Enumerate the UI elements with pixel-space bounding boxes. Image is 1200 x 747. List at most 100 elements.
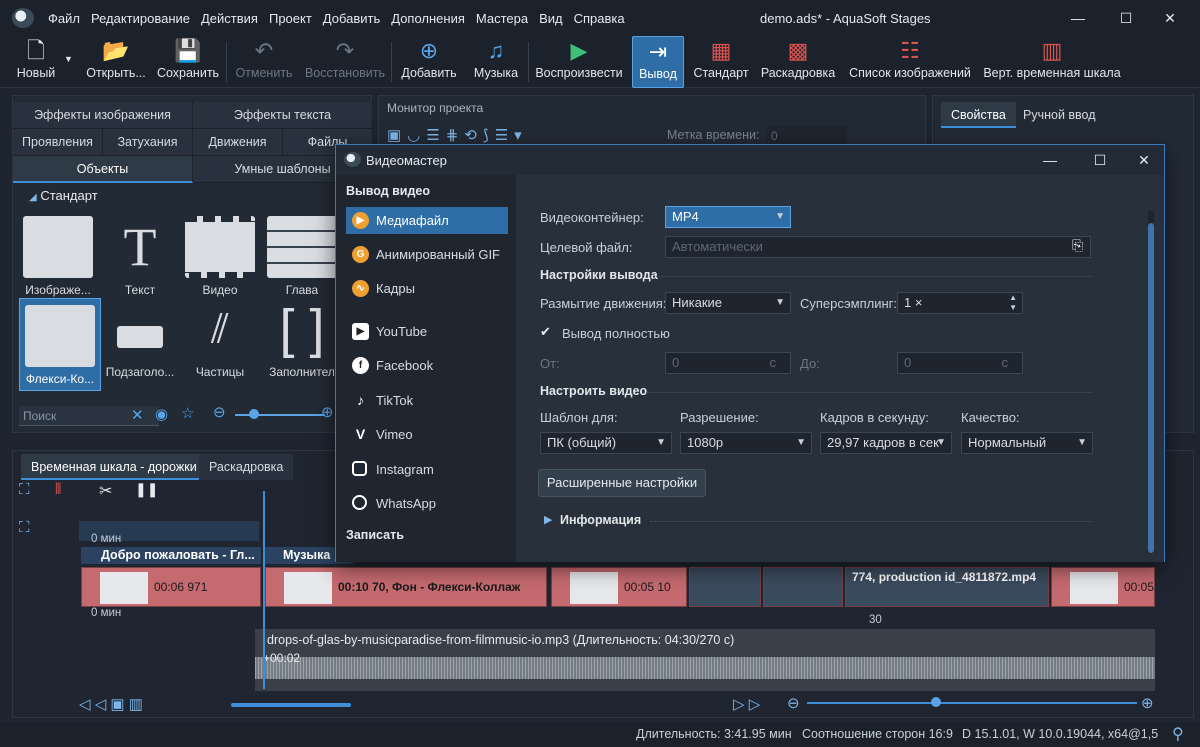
- tab-image-effects[interactable]: Эффекты изображения: [13, 102, 193, 129]
- split-icon[interactable]: ❚❚: [135, 481, 158, 498]
- object-flexi-collage[interactable]: Флекси-Ко...: [19, 298, 101, 391]
- star-icon[interactable]: ☆: [181, 404, 194, 422]
- timeline-zoom-in-icon[interactable]: ⊕: [1141, 694, 1154, 712]
- dialog-minimize-icon[interactable]: —: [1040, 150, 1060, 170]
- save-button[interactable]: 💾 Сохранить: [156, 36, 220, 88]
- tab-timeline-storyboard[interactable]: Раскадровка: [199, 454, 294, 480]
- object-image[interactable]: Изображе...: [17, 216, 99, 297]
- play-button[interactable]: ▶ Воспроизвести: [534, 36, 624, 88]
- tab-objects[interactable]: Объекты: [13, 156, 193, 183]
- timeline-clip-transition[interactable]: [689, 567, 761, 607]
- nav-instagram[interactable]: Instagram: [346, 456, 508, 483]
- fps-select[interactable]: 29,97 кадров в сек ▼: [820, 432, 952, 454]
- nav-frames[interactable]: ∿ Кадры: [346, 275, 508, 302]
- resolution-select[interactable]: 1080p ▼: [680, 432, 812, 454]
- expand-triangle-icon[interactable]: ▶: [544, 513, 552, 526]
- timeline-nav-controls[interactable]: ◁ ◁ ▣ ▥: [79, 695, 143, 713]
- menu-file[interactable]: Файл: [48, 11, 80, 26]
- object-placeholder[interactable]: [ ] Заполнител: [261, 298, 343, 379]
- status-search-icon[interactable]: ⚲: [1172, 724, 1184, 744]
- undo-button[interactable]: ↶ Отменить: [232, 36, 296, 88]
- storyboard-layout-button[interactable]: ▩ Раскадровка: [758, 36, 838, 88]
- chapter-welcome[interactable]: Добро пожаловать - Гл...: [81, 547, 261, 564]
- close-icon[interactable]: ✕: [1160, 8, 1180, 28]
- timeline-scrollbar[interactable]: [231, 703, 351, 707]
- info-heading[interactable]: Информация: [560, 513, 641, 527]
- fit-view-icon[interactable]: ⛶: [19, 481, 30, 498]
- cut-icon[interactable]: ✂: [99, 481, 112, 501]
- menu-add[interactable]: Добавить: [323, 11, 380, 26]
- menu-project[interactable]: Проект: [269, 11, 312, 26]
- zoom-out-icon[interactable]: ⊖: [213, 403, 226, 421]
- redo-button[interactable]: ↷ Восстановить: [304, 36, 386, 88]
- quality-select[interactable]: Нормальный ▼: [961, 432, 1093, 454]
- timeline-clip-image[interactable]: 00:05: [1051, 567, 1155, 607]
- timeline-zoom-slider[interactable]: [807, 702, 1137, 704]
- container-select[interactable]: MP4 ▼: [665, 206, 791, 228]
- menu-edit[interactable]: Редактирование: [91, 11, 190, 26]
- timeline-clip-video[interactable]: 774, production id_4811872.mp4: [845, 567, 1049, 607]
- timeline-zoom-out-icon[interactable]: ⊖: [787, 694, 800, 712]
- clear-search-icon[interactable]: ✕: [131, 406, 144, 424]
- nav-animated-gif[interactable]: G Анимированный GIF: [346, 241, 508, 268]
- zoom-slider-handle[interactable]: [249, 409, 259, 419]
- tab-motions[interactable]: Движения: [193, 129, 283, 156]
- monitor-toolbar[interactable]: ▣◡☰⋕⟲⟆☰▾: [387, 126, 528, 144]
- nav-media-file[interactable]: ▶ Медиафайл: [346, 207, 508, 234]
- add-button[interactable]: ⊕ Добавить: [398, 36, 460, 88]
- tab-timeline-tracks[interactable]: Временная шкала - дорожки: [21, 454, 207, 480]
- new-button[interactable]: 🗋 Новый: [12, 36, 60, 88]
- new-dropdown-icon[interactable]: ▼: [64, 54, 73, 64]
- time-marker-input[interactable]: 0: [767, 126, 847, 146]
- tab-fade-outs[interactable]: Затухания: [103, 129, 193, 156]
- zoom-in-icon[interactable]: ⊕: [321, 403, 334, 421]
- menu-extras[interactable]: Дополнения: [391, 11, 465, 26]
- tab-properties[interactable]: Свойства: [941, 102, 1016, 128]
- fit-selection-icon[interactable]: ⛶: [19, 519, 30, 536]
- full-output-checkbox[interactable]: ✔: [540, 325, 554, 339]
- dialog-scrollbar-thumb[interactable]: [1148, 223, 1154, 553]
- nav-tiktok[interactable]: ♪ TikTok: [346, 387, 508, 414]
- target-file-input[interactable]: Автоматически: [665, 236, 1091, 258]
- object-chapter[interactable]: Глава: [261, 216, 343, 297]
- open-button[interactable]: 📂 Открыть...: [84, 36, 148, 88]
- tab-manual-input[interactable]: Ручной ввод: [1013, 102, 1106, 128]
- browse-folder-icon[interactable]: ⎘: [1072, 237, 1083, 254]
- supersampling-stepper[interactable]: 1 × ▲ ▼: [897, 292, 1023, 314]
- dialog-scrollbar[interactable]: [1148, 211, 1154, 553]
- marker-icon[interactable]: ⫴: [55, 481, 61, 498]
- output-button[interactable]: ⇥ Вывод: [632, 36, 684, 88]
- vertical-timeline-layout-button[interactable]: ▥ Верт. временная шкала: [982, 36, 1122, 88]
- maximize-icon[interactable]: ☐: [1116, 8, 1136, 28]
- section-standard[interactable]: ◢ Стандарт: [29, 188, 98, 203]
- menu-wizards[interactable]: Мастера: [476, 11, 528, 26]
- object-video[interactable]: Видео: [179, 216, 261, 297]
- advanced-settings-button[interactable]: Расширенные настройки: [538, 469, 706, 497]
- nav-facebook[interactable]: f Facebook: [346, 352, 508, 379]
- to-input[interactable]: 0 с: [897, 352, 1023, 374]
- timeline-clip-image[interactable]: 00:05 10: [551, 567, 687, 607]
- timeline-clip-transition[interactable]: [763, 567, 843, 607]
- tab-text-effects[interactable]: Эффекты текста: [193, 102, 373, 129]
- timeline-zoom-handle[interactable]: [931, 697, 941, 707]
- tab-fade-ins[interactable]: Проявления: [13, 129, 103, 156]
- music-button[interactable]: ♫ Музыка: [470, 36, 522, 88]
- from-input[interactable]: 0 с: [665, 352, 791, 374]
- menu-help[interactable]: Справка: [574, 11, 625, 26]
- next-controls[interactable]: ▷ ▷: [733, 695, 760, 713]
- motion-blur-select[interactable]: Никакие ▼: [665, 292, 791, 314]
- nav-vimeo[interactable]: V Vimeo: [346, 421, 508, 448]
- menu-view[interactable]: Вид: [539, 11, 563, 26]
- eye-icon[interactable]: ◉: [155, 405, 168, 423]
- image-list-layout-button[interactable]: ☷ Список изображений: [846, 36, 974, 88]
- object-subtitle[interactable]: Подзаголо...: [99, 298, 181, 379]
- timeline-clip-background[interactable]: 00:10 70, Фон - Флекси-Коллаж: [265, 567, 547, 607]
- menu-actions[interactable]: Действия: [201, 11, 258, 26]
- nav-whatsapp[interactable]: WhatsApp: [346, 490, 508, 517]
- template-select[interactable]: ПК (общий) ▼: [540, 432, 672, 454]
- standard-layout-button[interactable]: ▦ Стандарт: [692, 36, 750, 88]
- object-text[interactable]: T Текст: [99, 216, 181, 297]
- playhead[interactable]: [263, 491, 265, 689]
- timeline-clip-flexi[interactable]: 00:06 971: [81, 567, 261, 607]
- dialog-close-icon[interactable]: ✕: [1134, 150, 1154, 170]
